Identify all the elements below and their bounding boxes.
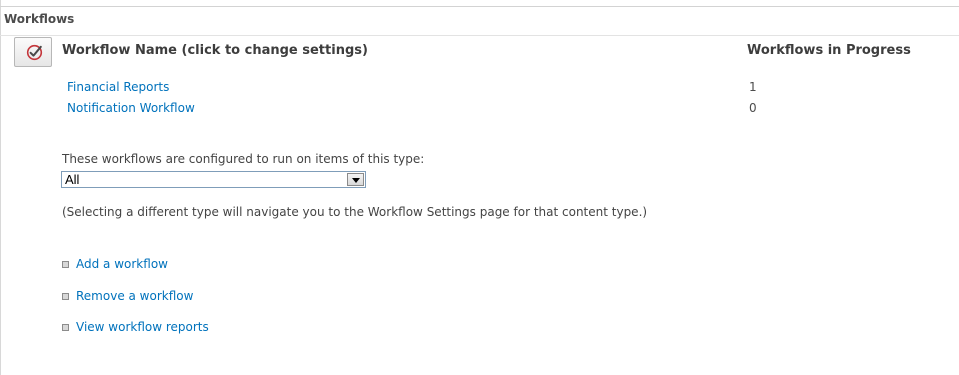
- content-type-selected-value: All: [65, 172, 80, 187]
- square-bullet-icon: [62, 261, 69, 268]
- content-type-note: (Selecting a different type will navigat…: [62, 205, 648, 219]
- column-header-in-progress: Workflows in Progress: [747, 43, 911, 58]
- column-header-workflow-name[interactable]: Workflow Name (click to change settings): [62, 43, 368, 58]
- workflow-in-progress-count: 0: [749, 101, 757, 115]
- chevron-down-icon[interactable]: [347, 173, 364, 186]
- workflow-row: Notification Workflow 0: [0, 101, 959, 121]
- square-bullet-icon: [62, 293, 69, 300]
- page-left-border: [0, 0, 1, 375]
- workflow-in-progress-count: 1: [749, 80, 757, 94]
- square-bullet-icon: [62, 324, 69, 331]
- workflow-link-notification-workflow[interactable]: Notification Workflow: [67, 101, 195, 115]
- workflows-section-header: Workflows: [0, 6, 959, 36]
- workflow-settings-icon: [26, 44, 43, 61]
- workflow-settings-button[interactable]: [14, 37, 52, 67]
- workflow-link-financial-reports[interactable]: Financial Reports: [67, 80, 169, 94]
- view-workflow-reports-link[interactable]: View workflow reports: [76, 320, 209, 334]
- workflow-row: Financial Reports 1: [0, 80, 959, 100]
- content-type-label: These workflows are configured to run on…: [62, 152, 425, 166]
- section-title: Workflows: [4, 12, 75, 26]
- add-workflow-link[interactable]: Add a workflow: [76, 257, 168, 271]
- content-type-select[interactable]: All: [61, 171, 366, 188]
- remove-workflow-link[interactable]: Remove a workflow: [76, 289, 193, 303]
